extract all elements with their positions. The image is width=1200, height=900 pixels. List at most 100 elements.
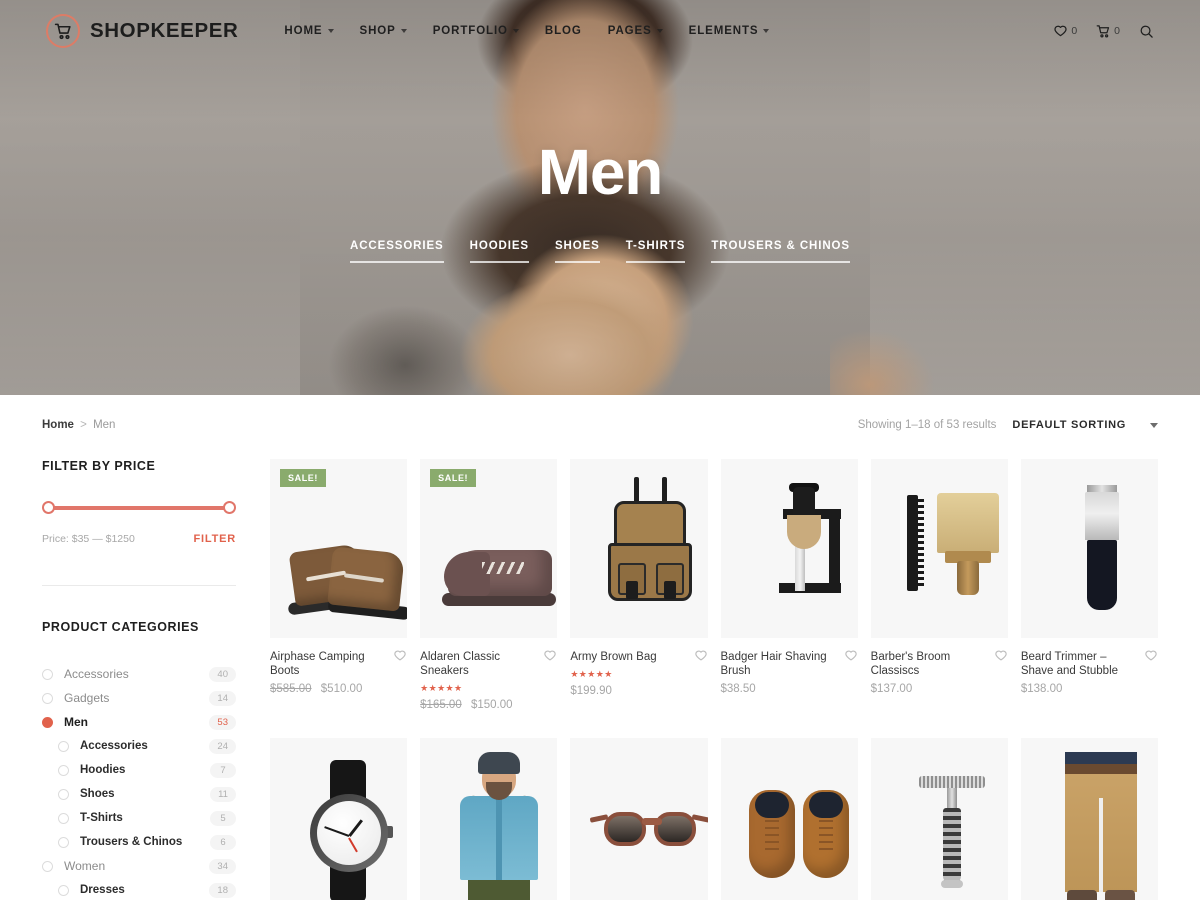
price-slider-handle-max[interactable] [223,501,236,514]
shop-sidebar: FILTER BY PRICE Price: $35 — $1250 FILTE… [42,441,236,900]
product-card[interactable]: SALE! Aldaren Classic Sneakers ★★★★★ $16… [420,459,558,738]
sidebar-divider [42,585,236,586]
filter-button[interactable]: FILTER [194,533,236,545]
hero-category-shoes[interactable]: SHOES [554,240,600,263]
radio-icon [42,692,53,704]
product-thumbnail[interactable] [720,738,858,900]
radio-icon [58,836,69,848]
product-thumbnail[interactable]: SALE! [420,459,558,638]
product-price: $138.00 [1021,683,1158,695]
search-icon [1140,25,1153,38]
shopping-cart-icon [46,14,80,48]
breadcrumb-separator: > [80,419,87,431]
product-name[interactable]: Beard Trimmer – Shave and Stubble [1021,650,1158,678]
product-old-price: $585.00 [270,683,312,696]
product-name[interactable]: Aldaren Classic Sneakers [420,650,557,678]
product-card[interactable] [1020,738,1158,900]
nav-item-elements[interactable]: ELEMENTS [689,25,770,37]
product-thumbnail[interactable] [870,738,1008,900]
hero-category-hoodies[interactable]: HOODIES [469,240,529,263]
product-card[interactable]: Beard Trimmer – Shave and Stubble $138.0… [1020,459,1158,738]
price-slider-handle-min[interactable] [42,501,55,514]
product-thumbnail[interactable] [1020,738,1158,900]
product-name[interactable]: Barber's Broom Classiscs [871,650,1008,678]
add-to-wishlist-button[interactable] [393,649,407,663]
category-item-shoes[interactable]: Shoes 11 [42,782,236,806]
product-thumbnail[interactable] [570,459,708,638]
product-image-brogue-shoes [721,738,858,900]
product-thumbnail[interactable] [420,738,558,900]
product-card[interactable]: Barber's Broom Classiscs $137.00 [870,459,1008,738]
brand-logo[interactable]: SHOPKEEPER [46,14,238,48]
nav-item-shop[interactable]: SHOP [360,25,407,37]
category-item-men[interactable]: Men 53 [42,710,236,734]
wishlist-button[interactable]: 0 [1053,24,1077,39]
hero-content: Men ACCESSORIES HOODIES SHOES T-SHIRTS T… [0,140,1200,263]
search-button[interactable] [1139,24,1154,39]
shop-toolbar: Home > Men Showing 1–18 of 53 results DE… [42,395,1158,441]
cart-button[interactable]: 0 [1096,24,1120,39]
results-count: Showing 1–18 of 53 results [857,419,997,431]
nav-item-blog[interactable]: BLOG [545,25,582,37]
price-filter-title: FILTER BY PRICE [42,459,156,473]
product-thumbnail[interactable] [270,738,408,900]
product-thumbnail[interactable] [720,459,858,638]
radio-icon [42,860,53,872]
product-price: $585.00 $510.00 [270,683,407,695]
hero-category-accessories[interactable]: ACCESSORIES [350,240,444,263]
category-item-dresses[interactable]: Dresses 18 [42,878,236,900]
product-card[interactable]: Badger Hair Shaving Brush $38.50 [720,459,858,738]
product-current-price: $38.50 [720,683,756,696]
product-card[interactable] [870,738,1008,900]
product-name[interactable]: Airphase Camping Boots [270,650,407,678]
main-navigation: HOME SHOP PORTFOLIO BLOG PAGES ELEMENTS [284,25,770,37]
category-item-trousers-chinos[interactable]: Trousers & Chinos 6 [42,830,236,854]
product-info: Aldaren Classic Sneakers ★★★★★ $165.00 $… [420,638,557,729]
category-item-gadgets[interactable]: Gadgets 14 [42,686,236,710]
product-name[interactable]: Army Brown Bag [570,650,707,664]
product-card[interactable] [270,738,408,900]
product-thumbnail[interactable] [1020,459,1158,638]
add-to-wishlist-button[interactable] [844,649,858,663]
category-item-hoodies[interactable]: Hoodies 7 [42,758,236,782]
add-to-wishlist-button[interactable] [543,649,557,663]
price-range-slider[interactable] [42,501,236,515]
product-card[interactable]: Army Brown Bag ★★★★★ $199.90 [570,459,708,738]
product-thumbnail[interactable] [570,738,708,900]
add-to-wishlist-button[interactable] [1144,649,1158,663]
chevron-down-icon [656,29,663,33]
category-label: T-Shirts [80,812,123,824]
nav-item-home[interactable]: HOME [284,25,334,37]
product-info: Airphase Camping Boots $585.00 $510.00 [270,638,407,713]
product-card[interactable]: SALE! Airphase Camping Boots $585.00 $51… [270,459,408,738]
breadcrumb-home[interactable]: Home [42,419,74,431]
product-current-price: $199.90 [570,685,612,698]
add-to-wishlist-button[interactable] [694,649,708,663]
product-card[interactable] [720,738,858,900]
product-name[interactable]: Badger Hair Shaving Brush [721,650,858,678]
radio-icon [58,740,69,752]
nav-label: SHOP [359,25,396,37]
product-current-price: $510.00 [320,683,363,696]
product-thumbnail[interactable] [870,459,1008,638]
radio-icon [58,812,69,824]
category-item-t-shirts[interactable]: T-Shirts 5 [42,806,236,830]
heart-icon [844,650,857,661]
category-count: 53 [209,714,236,730]
site-header: SHOPKEEPER HOME SHOP PORTFOLIO BLOG PAGE… [0,0,1200,62]
product-card[interactable] [570,738,708,900]
add-to-wishlist-button[interactable] [994,649,1008,663]
radio-icon [58,788,69,800]
category-item-men-accessories[interactable]: Accessories 24 [42,734,236,758]
sorting-dropdown[interactable]: DEFAULT SORTING [1012,419,1158,431]
category-item-women[interactable]: Women 34 [42,854,236,878]
product-thumbnail[interactable]: SALE! [270,459,408,638]
nav-item-pages[interactable]: PAGES [608,25,663,37]
hero-category-trousers-chinos[interactable]: TROUSERS & CHINOS [711,240,850,263]
category-item-accessories[interactable]: Accessories 40 [42,662,236,686]
product-card[interactable] [420,738,558,900]
hero-category-t-shirts[interactable]: T-SHIRTS [625,240,686,263]
wishlist-count: 0 [1071,25,1078,37]
nav-item-portfolio[interactable]: PORTFOLIO [433,25,519,37]
product-current-price: $138.00 [1020,683,1063,696]
